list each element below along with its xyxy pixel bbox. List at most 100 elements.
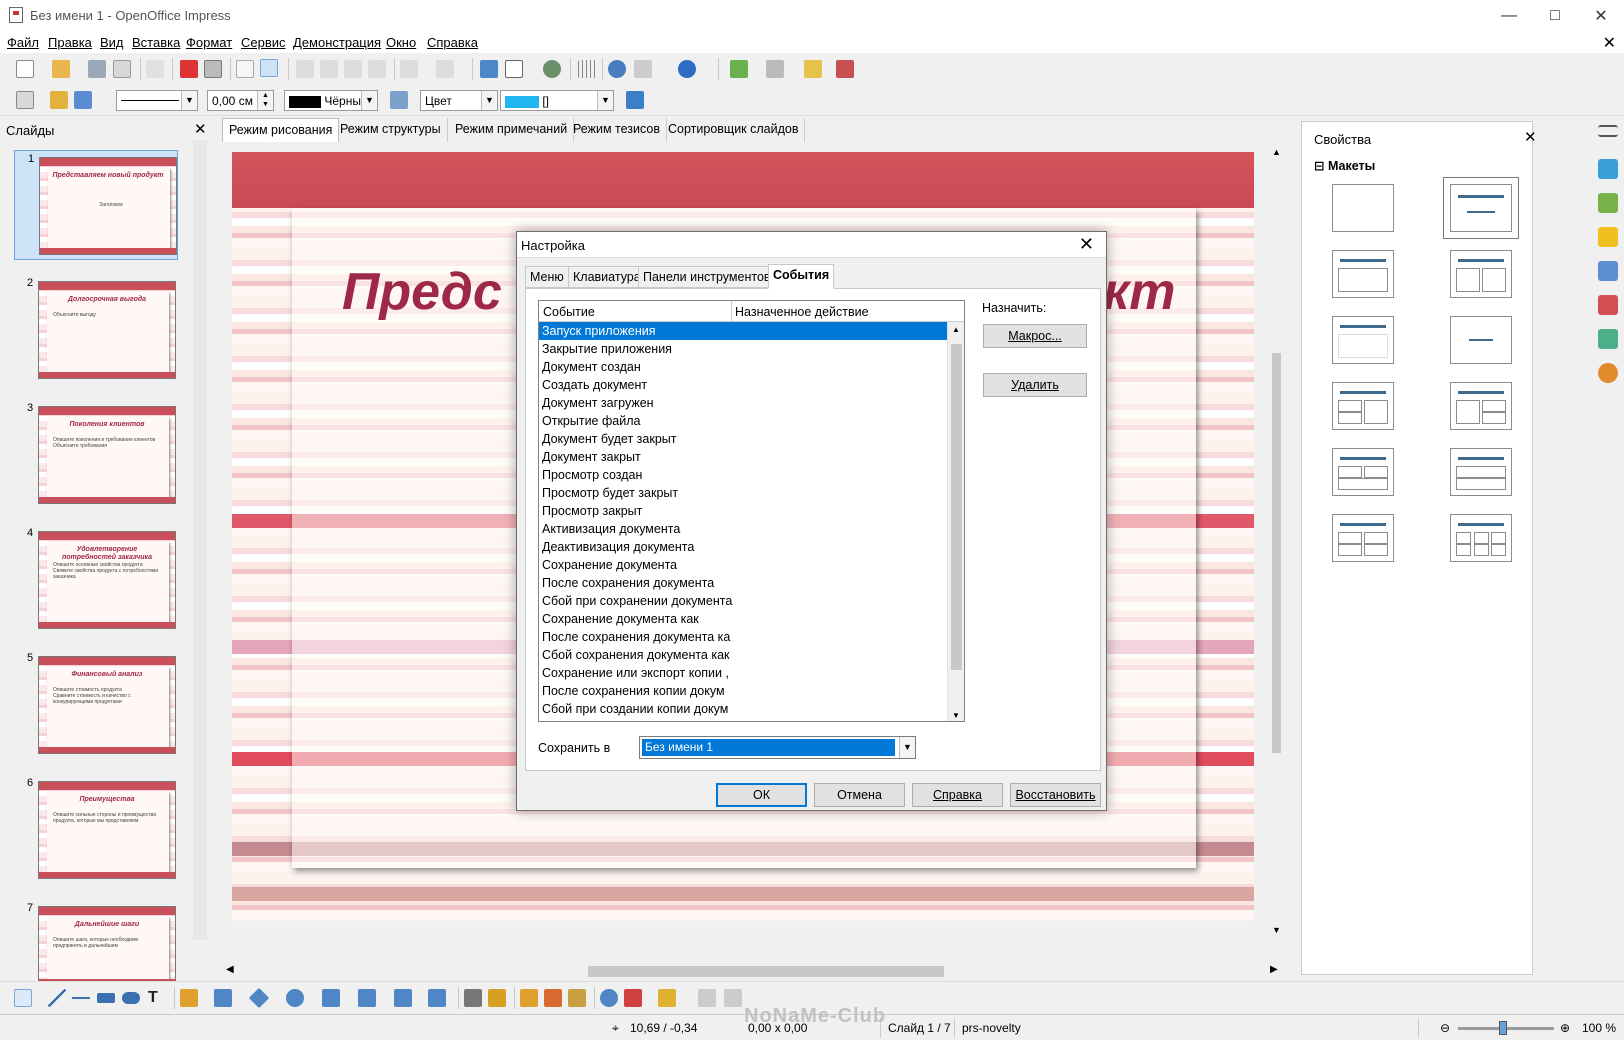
shadow-icon[interactable] <box>626 91 644 109</box>
paste-icon[interactable] <box>344 60 362 78</box>
event-row[interactable]: Открытие файла <box>539 412 948 430</box>
tab-menu[interactable]: Меню <box>525 266 569 288</box>
events-list[interactable]: Запуск приложения Закрытие приложения Доку… <box>539 322 948 721</box>
delete-button[interactable]: Удалить <box>983 373 1087 397</box>
area-value-select[interactable]: [] ▼ <box>500 90 614 111</box>
tab-notes-view[interactable]: Режим примечаний <box>449 118 575 142</box>
event-row[interactable]: Деактивизация документа <box>539 538 948 556</box>
event-row[interactable]: Запуск приложения <box>539 322 948 340</box>
event-row[interactable]: Просмотр будет закрыт <box>539 484 948 502</box>
insert-chart-icon[interactable] <box>480 60 498 78</box>
scroll-left-icon[interactable]: ◀ <box>226 964 234 975</box>
menu-edit[interactable]: Правка <box>48 35 92 50</box>
spellcheck-icon[interactable] <box>236 60 254 78</box>
rotate-icon[interactable] <box>600 989 618 1007</box>
copy-icon[interactable] <box>320 60 338 78</box>
event-row[interactable]: Документ создан <box>539 358 948 376</box>
master-page-name[interactable]: prs-novelty <box>962 1021 1021 1035</box>
edit-file-icon[interactable] <box>146 60 164 78</box>
from-file-icon[interactable] <box>544 989 562 1007</box>
close-document-icon[interactable]: ✕ <box>1603 33 1616 53</box>
custom-animation-tab-icon[interactable] <box>1598 227 1618 247</box>
new-document-icon[interactable] <box>16 60 34 78</box>
event-row[interactable]: Сохранение или экспорт копии , <box>539 664 948 682</box>
help-icon[interactable] <box>678 60 696 78</box>
reset-button[interactable]: Восстановить <box>1010 783 1101 807</box>
slide-layout-icon[interactable] <box>730 60 748 78</box>
arrow-style-icon[interactable] <box>74 91 92 109</box>
event-row[interactable]: Сбой при сохранении документа <box>539 592 948 610</box>
layout-title-content-over-content[interactable] <box>1450 448 1512 496</box>
tab-keyboard[interactable]: Клавиатура <box>568 266 646 288</box>
slide-thumbnail[interactable]: 5 Финансовый анализ Опишите стоимость прод… <box>14 650 178 760</box>
glue-points-icon[interactable] <box>488 989 506 1007</box>
undo-icon[interactable] <box>400 60 418 78</box>
hscroll-thumb[interactable] <box>588 966 944 977</box>
event-row[interactable]: Просмотр закрыт <box>539 502 948 520</box>
area-fill-icon[interactable] <box>390 91 408 109</box>
event-row[interactable]: Документ будет закрыт <box>539 430 948 448</box>
email-icon[interactable] <box>113 60 131 78</box>
slides-scrollbar[interactable] <box>193 140 207 940</box>
sidebar-menu-icon[interactable] <box>1598 125 1618 137</box>
slide-thumbnail[interactable]: 4 Удовлетворение потребностей заказчика Оп… <box>14 525 178 635</box>
styles-tab-icon[interactable] <box>1598 295 1618 315</box>
event-row[interactable]: После сохранения копии докум <box>539 682 948 700</box>
dialog-close-icon[interactable]: ✕ <box>1079 234 1094 255</box>
ellipse-tool-icon[interactable] <box>122 992 140 1004</box>
layouts-section-title[interactable]: ⊟ Макеты <box>1314 158 1375 173</box>
slide-thumbnail[interactable]: 1 Представляем новый продукт Заголовок <box>14 150 178 260</box>
event-row[interactable]: После сохранения документа ка <box>539 628 948 646</box>
zoom-level[interactable]: 100 % <box>1582 1021 1616 1035</box>
scroll-down-icon[interactable]: ▼ <box>952 711 960 720</box>
close-slides-pane-icon[interactable]: ✕ <box>194 120 207 138</box>
hyperlink-globe-icon[interactable] <box>543 60 561 78</box>
scroll-up-icon[interactable]: ▲ <box>952 325 960 334</box>
arrange-icon[interactable] <box>658 989 676 1007</box>
gallery-tab-icon[interactable] <box>1598 329 1618 349</box>
menu-insert[interactable]: Вставка <box>132 35 180 50</box>
line-color-select[interactable]: Чёрный ▼ <box>284 90 378 111</box>
event-row[interactable]: Закрытие приложения <box>539 340 948 358</box>
help-button[interactable]: Справка <box>912 783 1003 807</box>
layout-title-4content[interactable] <box>1332 514 1394 562</box>
extrusion-icon[interactable] <box>698 989 716 1007</box>
connector-tool-icon[interactable] <box>214 989 232 1007</box>
start-slideshow-icon[interactable] <box>836 60 854 78</box>
menu-view[interactable]: Вид <box>100 35 124 50</box>
layout-title-6content[interactable] <box>1450 514 1512 562</box>
save-icon[interactable] <box>88 60 106 78</box>
master-pages-tab-icon[interactable] <box>1598 193 1618 213</box>
cut-icon[interactable] <box>296 60 314 78</box>
area-style-select[interactable]: Цвет ▼ <box>420 90 498 111</box>
toggle-toolbar-icon[interactable] <box>16 91 34 109</box>
menu-tools[interactable]: Сервис <box>241 35 286 50</box>
line-width-field[interactable]: 0,00 см ▲ ▼ <box>207 90 274 111</box>
event-row[interactable]: Документ загружен <box>539 394 948 412</box>
tab-outline-view[interactable]: Режим структуры <box>334 118 448 142</box>
tab-toolbars[interactable]: Панели инструментов <box>638 266 776 288</box>
ok-button[interactable]: ОК <box>716 783 807 807</box>
insert-table-icon[interactable] <box>505 60 523 78</box>
grid-icon[interactable] <box>578 60 596 78</box>
canvas-horizontal-scrollbar[interactable]: ◀ ▶ <box>222 962 1286 980</box>
zoom-slider-knob[interactable] <box>1499 1021 1507 1035</box>
format-paintbrush-icon[interactable] <box>368 60 386 78</box>
symbol-shapes-icon[interactable] <box>286 989 304 1007</box>
layout-title-slide[interactable] <box>1450 184 1512 232</box>
event-row[interactable]: Печать документа <box>539 718 948 721</box>
canvas-vertical-scrollbar[interactable]: ▲ ▼ <box>1268 143 1284 940</box>
macro-button[interactable]: Макрос... <box>983 324 1087 348</box>
close-window-icon[interactable]: ✕ <box>1578 0 1624 31</box>
chevron-down-icon[interactable]: ▼ <box>899 737 915 758</box>
line-arrow-tool-icon[interactable] <box>72 989 90 1007</box>
layout-centered-text[interactable] <box>1450 316 1512 364</box>
cancel-button[interactable]: Отмена <box>814 783 905 807</box>
close-properties-icon[interactable]: ✕ <box>1524 128 1537 146</box>
stars-icon[interactable] <box>428 989 446 1007</box>
presentation-icon[interactable] <box>804 60 822 78</box>
redo-icon[interactable] <box>436 60 454 78</box>
menu-slideshow[interactable]: Демонстрация <box>293 35 381 50</box>
layout-title-2content-over[interactable] <box>1332 448 1394 496</box>
toggle-extrusion-icon[interactable] <box>724 989 742 1007</box>
